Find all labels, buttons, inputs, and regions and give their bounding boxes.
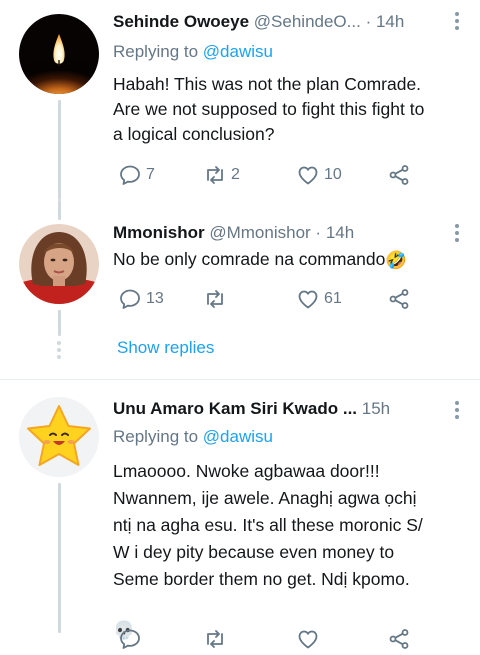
like-count: 10 (324, 166, 342, 183)
thread-continuation-dots (57, 341, 61, 362)
tweet-sehinde[interactable]: Sehinde Owoeye @SehindeO... · 14h Replyi… (0, 0, 480, 200)
tweet-header: Unu Amaro Kam Siri Kwado ... 15h (113, 399, 440, 419)
timestamp[interactable]: 14h (326, 223, 354, 242)
reply-button[interactable]: 13 (118, 287, 164, 311)
more-options-icon[interactable] (454, 12, 460, 33)
thread-line (58, 200, 61, 220)
timestamp[interactable]: 15h (362, 399, 390, 418)
author-name[interactable]: Unu Amaro Kam Siri Kwado ... (113, 399, 357, 418)
thread-line (58, 483, 61, 633)
tweet-actions: 7 2 10 (113, 163, 433, 191)
replying-to-label: Replying to (113, 427, 203, 446)
more-options-icon[interactable] (454, 401, 460, 422)
tweet-text: Habah! This was not the plan Comrade. Ar… (113, 74, 425, 144)
replying-to-link[interactable]: @dawisu (203, 427, 273, 446)
reply-count: 7 (146, 166, 155, 183)
author-name[interactable]: Sehinde Owoeye (113, 12, 249, 31)
tweet-header: Mmonishor @Mmonishor · 14h (113, 223, 440, 243)
tweet-unu-amaro[interactable]: Unu Amaro Kam Siri Kwado ... 15h Replyin… (0, 380, 480, 649)
retweet-button[interactable] (203, 627, 231, 651)
retweet-button[interactable] (203, 287, 231, 311)
author-handle[interactable]: @Mmonishor (209, 223, 310, 242)
share-button[interactable] (387, 287, 415, 311)
separator-dot: · (365, 12, 372, 31)
tweet-actions (113, 627, 433, 655)
avatar[interactable] (19, 224, 99, 304)
like-button[interactable]: 61 (296, 287, 342, 311)
share-icon (389, 165, 409, 185)
reply-button[interactable]: 7 (118, 163, 155, 187)
replying-to: Replying to @dawisu (113, 427, 273, 447)
retweet-icon (207, 290, 223, 308)
reply-icon (120, 165, 140, 185)
show-replies-link[interactable]: Show replies (117, 338, 214, 358)
share-button[interactable] (387, 163, 415, 187)
profile-photo-woman (19, 224, 99, 304)
replying-to-link[interactable]: @dawisu (203, 42, 273, 61)
like-button[interactable] (296, 627, 324, 651)
thread-line (58, 310, 61, 336)
heart-icon (298, 166, 318, 185)
reply-icon (120, 289, 140, 309)
retweet-button[interactable]: 2 (203, 163, 240, 187)
tweet-actions: 13 61 (113, 287, 433, 315)
replying-to-label: Replying to (113, 42, 203, 61)
timestamp[interactable]: 14h (376, 12, 404, 31)
share-icon (389, 289, 409, 309)
rolling-laughing-emoji: 🤣 (385, 249, 408, 270)
tweet-mmonishor[interactable]: Mmonishor @Mmonishor · 14h No be only co… (0, 200, 480, 380)
replying-to: Replying to @dawisu (113, 42, 273, 62)
reply-count: 13 (146, 290, 164, 307)
share-button[interactable] (387, 627, 415, 651)
author-name[interactable]: Mmonishor (113, 223, 205, 242)
tweet-text-content: No be only comrade na commando (113, 249, 386, 269)
like-count: 61 (324, 290, 342, 307)
retweet-icon (207, 630, 223, 648)
retweet-icon (207, 166, 223, 184)
avatar[interactable] (19, 14, 99, 94)
reply-icon (120, 629, 140, 649)
separator-dot: · (315, 223, 322, 242)
avatar[interactable] (19, 397, 99, 477)
like-button[interactable]: 10 (296, 163, 342, 187)
candle-flame-icon (19, 14, 99, 94)
thread-line (58, 100, 61, 200)
reply-button[interactable] (118, 627, 146, 651)
smiling-star-icon (19, 397, 99, 477)
more-options-icon[interactable] (454, 224, 460, 245)
heart-icon (298, 630, 318, 649)
tweet-text: Lmaoooo. Nwoke agbawaa door!!! Nwannem, … (113, 461, 423, 589)
author-handle[interactable]: @SehindeO... (254, 12, 361, 31)
heart-icon (298, 290, 318, 309)
retweet-count: 2 (231, 166, 240, 183)
share-icon (389, 629, 409, 649)
tweet-text: No be only comrade na commando🤣 (113, 247, 456, 273)
tweet-header: Sehinde Owoeye @SehindeO... · 14h (113, 12, 440, 32)
